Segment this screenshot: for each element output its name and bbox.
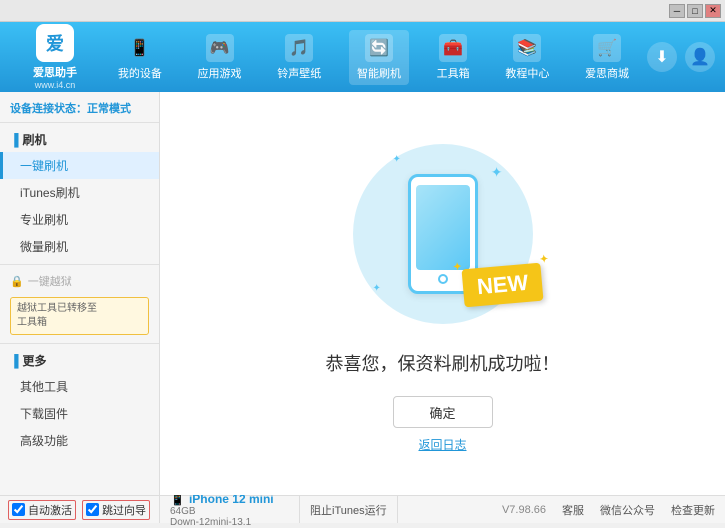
device-model: Down-12mini-13.1 [170, 517, 289, 528]
bottom-bar: 自动激活 跳过向导 📱 iPhone 12 mini 64GB Down-12m… [0, 495, 725, 523]
nav-item-tutorials[interactable]: 📚 教程中心 [497, 30, 557, 85]
section-flash-label: 刷机 [23, 131, 47, 148]
service-link[interactable]: 客服 [562, 502, 584, 518]
nav-label-device: 我的设备 [118, 65, 162, 81]
sparkle-1: ✦ [491, 164, 503, 181]
minimize-button[interactable]: ─ [669, 4, 685, 18]
main-area: 设备连接状态：正常模式 ▐ 刷机 一键刷机 iTunes刷机 专业刷机 微量刷机… [0, 92, 725, 495]
nav-label-smart: 智能刷机 [357, 65, 401, 81]
sparkle-3: ✦ [373, 283, 381, 294]
sidebar-item-onekey[interactable]: 一键刷机 [0, 152, 159, 179]
nav-item-device[interactable]: 📱 我的设备 [110, 30, 170, 85]
skip-wizard-input[interactable] [86, 503, 99, 516]
title-bar: ─ □ ✕ [0, 0, 725, 22]
logo: 爱 爱思助手 www.i4.cn [10, 24, 100, 90]
device-info-panel: 📱 iPhone 12 mini 64GB Down-12mini-13.1 [160, 496, 300, 523]
sidebar: 设备连接状态：正常模式 ▐ 刷机 一键刷机 iTunes刷机 专业刷机 微量刷机… [0, 92, 160, 495]
header: 爱 爱思助手 www.i4.cn 📱 我的设备 🎮 应用游戏 🎵 铃声壁纸 🔄 … [0, 22, 725, 92]
nav-label-apps: 应用游戏 [198, 65, 242, 81]
sidebar-item-other[interactable]: 其他工具 [0, 373, 159, 400]
sidebar-item-itunes[interactable]: iTunes刷机 [0, 179, 159, 206]
logo-name: 爱思助手 [33, 64, 77, 80]
nav-label-tools: 工具箱 [437, 65, 470, 81]
device-storage: 64GB [170, 506, 289, 517]
jailbreak-note-text: 越狱工具已转移至工具箱 [17, 303, 97, 328]
section-more[interactable]: ▐ 更多 [0, 348, 159, 373]
auto-activate-input[interactable] [12, 503, 25, 516]
auto-activate-label: 自动激活 [28, 502, 72, 518]
nav-item-apps[interactable]: 🎮 应用游戏 [190, 30, 250, 85]
nav-item-tools[interactable]: 🧰 工具箱 [429, 30, 478, 85]
tools-icon: 🧰 [439, 34, 467, 62]
content-area: NEW ✦ ✦ ✦ 恭喜您，保资料刷机成功啦！ 确定 返回日志 [160, 92, 725, 495]
device-icon: 📱 [126, 34, 154, 62]
smart-icon: 🔄 [365, 34, 393, 62]
sidebar-item-pro[interactable]: 专业刷机 [0, 206, 159, 233]
section-more-label: 更多 [23, 352, 47, 369]
logo-url: www.i4.cn [35, 80, 76, 90]
sparkle-2: ✦ [393, 154, 401, 165]
jailbreak-note: 越狱工具已转移至工具箱 [10, 297, 149, 335]
section-jailbreak: 🔒 一键越狱 [0, 269, 159, 293]
nav-bar: 📱 我的设备 🎮 应用游戏 🎵 铃声壁纸 🔄 智能刷机 🧰 工具箱 📚 教程中心… [100, 30, 647, 85]
device-status: 设备连接状态：正常模式 [0, 96, 159, 123]
tutorials-icon: 📚 [513, 34, 541, 62]
stop-itunes-label: 阻止iTunes运行 [300, 496, 398, 523]
wechat-link[interactable]: 微信公众号 [600, 502, 655, 518]
maximize-button[interactable]: □ [687, 4, 703, 18]
nav-item-ringtones[interactable]: 🎵 铃声壁纸 [269, 30, 329, 85]
phone-illustration: NEW ✦ ✦ ✦ [343, 134, 543, 334]
nav-label-ringtones: 铃声壁纸 [277, 65, 321, 81]
status-label: 设备连接状态： [10, 103, 87, 115]
sidebar-item-firmware[interactable]: 下载固件 [0, 400, 159, 427]
status-value: 正常模式 [87, 103, 131, 115]
download-button[interactable]: ⬇ [647, 42, 677, 72]
nav-label-shop: 爱思商城 [585, 65, 629, 81]
header-right: ⬇ 👤 [647, 42, 715, 72]
divider-2 [0, 343, 159, 344]
nav-item-shop[interactable]: 🛒 爱思商城 [577, 30, 637, 85]
new-badge: NEW [462, 263, 544, 308]
back-link[interactable]: 返回日志 [418, 436, 466, 453]
success-message: 恭喜您，保资料刷机成功啦！ [326, 350, 560, 376]
logo-icon: 爱 [36, 24, 74, 62]
phone-home-button [438, 274, 448, 284]
bottom-right: V7.98.66 客服 微信公众号 检查更新 [398, 502, 725, 518]
shop-icon: 🛒 [593, 34, 621, 62]
close-button[interactable]: ✕ [705, 4, 721, 18]
confirm-button[interactable]: 确定 [393, 396, 493, 428]
version-label: V7.98.66 [502, 504, 546, 516]
phone-screen [416, 185, 470, 270]
sidebar-item-micro[interactable]: 微量刷机 [0, 233, 159, 260]
skip-wizard-checkbox[interactable]: 跳过向导 [82, 500, 150, 520]
nav-item-smart[interactable]: 🔄 智能刷机 [349, 30, 409, 85]
sidebar-item-advanced[interactable]: 高级功能 [0, 427, 159, 454]
section-flash[interactable]: ▐ 刷机 [0, 127, 159, 152]
nav-label-tutorials: 教程中心 [505, 65, 549, 81]
apps-icon: 🎮 [206, 34, 234, 62]
ringtones-icon: 🎵 [285, 34, 313, 62]
bottom-left: 自动激活 跳过向导 [0, 496, 160, 523]
user-button[interactable]: 👤 [685, 42, 715, 72]
phone-circle: NEW ✦ ✦ ✦ [353, 144, 533, 324]
skip-wizard-label: 跳过向导 [102, 502, 146, 518]
auto-activate-checkbox[interactable]: 自动激活 [8, 500, 76, 520]
jailbreak-label: 一键越狱 [28, 273, 72, 289]
update-link[interactable]: 检查更新 [671, 502, 715, 518]
window-controls: ─ □ ✕ [669, 4, 721, 18]
divider-1 [0, 264, 159, 265]
